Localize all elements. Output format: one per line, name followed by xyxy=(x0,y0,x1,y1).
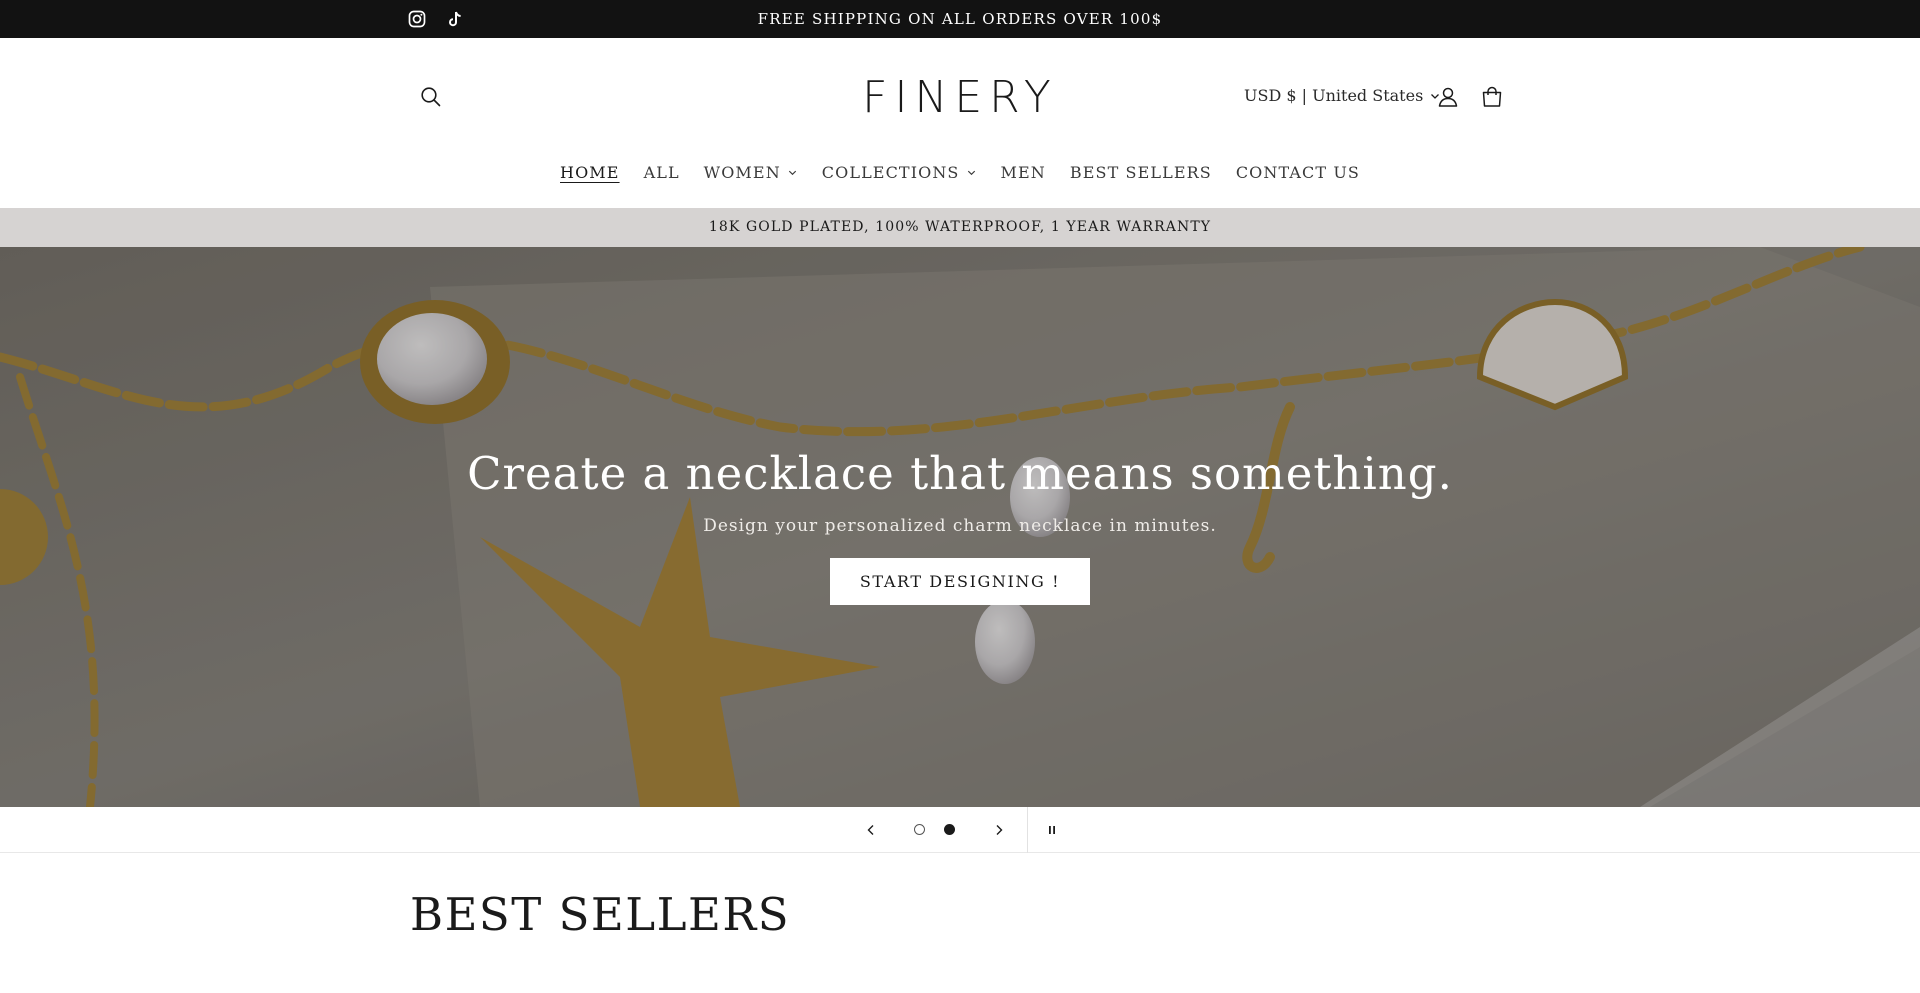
pause-icon[interactable] xyxy=(1043,821,1061,839)
chevron-down-icon xyxy=(788,170,796,176)
nav-item-label: HOME xyxy=(560,163,620,182)
nav-item-label: WOMEN xyxy=(703,163,781,182)
nav-item-label: CONTACT US xyxy=(1235,163,1360,182)
chevron-right-icon[interactable] xyxy=(990,821,1008,839)
chevron-left-icon[interactable] xyxy=(862,821,880,839)
controls-divider xyxy=(1027,807,1028,853)
best-sellers-title: BEST SELLERS xyxy=(410,888,791,941)
chevron-down-icon xyxy=(967,170,975,176)
nav-item-label: BEST SELLERS xyxy=(1069,163,1212,182)
hero-subtitle: Design your personalized charm necklace … xyxy=(703,516,1217,536)
nav-item-label: COLLECTIONS xyxy=(821,163,960,182)
slide-dot-1[interactable] xyxy=(914,824,925,835)
announcement-bar: FREE SHIPPING ON ALL ORDERS OVER 100$ xyxy=(0,0,1920,38)
nav-item-best-sellers[interactable]: BEST SELLERS xyxy=(1058,163,1224,182)
hero-content: Create a necklace that means something. … xyxy=(0,447,1920,605)
cart-icon[interactable] xyxy=(1479,84,1505,110)
hero-title: Create a necklace that means something. xyxy=(467,447,1453,500)
start-designing-button[interactable]: START DESIGNING ! xyxy=(829,558,1091,605)
nav-item-collections[interactable]: COLLECTIONS xyxy=(810,163,989,182)
nav-item-label: MEN xyxy=(1000,163,1046,182)
nav-item-contact-us[interactable]: CONTACT US xyxy=(1224,163,1372,182)
nav-item-home[interactable]: HOME xyxy=(548,163,632,182)
nav-item-label: ALL xyxy=(643,163,680,182)
nav-item-women[interactable]: WOMEN xyxy=(692,163,810,182)
nav-item-men[interactable]: MEN xyxy=(989,163,1058,182)
promo-bar: 18K GOLD PLATED, 100% WATERPROOF, 1 YEAR… xyxy=(0,208,1920,247)
announcement-text: FREE SHIPPING ON ALL ORDERS OVER 100$ xyxy=(757,10,1163,28)
hero-banner: Create a necklace that means something. … xyxy=(0,247,1920,807)
site-header: FINERY USD $ | United States HOME ALL WO… xyxy=(0,38,1920,208)
account-icon[interactable] xyxy=(1435,84,1461,110)
nav-item-all[interactable]: ALL xyxy=(632,163,692,182)
slide-dot-2[interactable] xyxy=(944,824,955,835)
currency-label: USD $ | United States xyxy=(1244,86,1424,105)
slideshow-controls xyxy=(0,807,1920,853)
main-nav: HOME ALL WOMEN COLLECTIONS MEN BEST SELL… xyxy=(0,163,1920,182)
site-logo[interactable]: FINERY xyxy=(0,72,1920,123)
currency-selector[interactable]: USD $ | United States xyxy=(1244,86,1441,105)
